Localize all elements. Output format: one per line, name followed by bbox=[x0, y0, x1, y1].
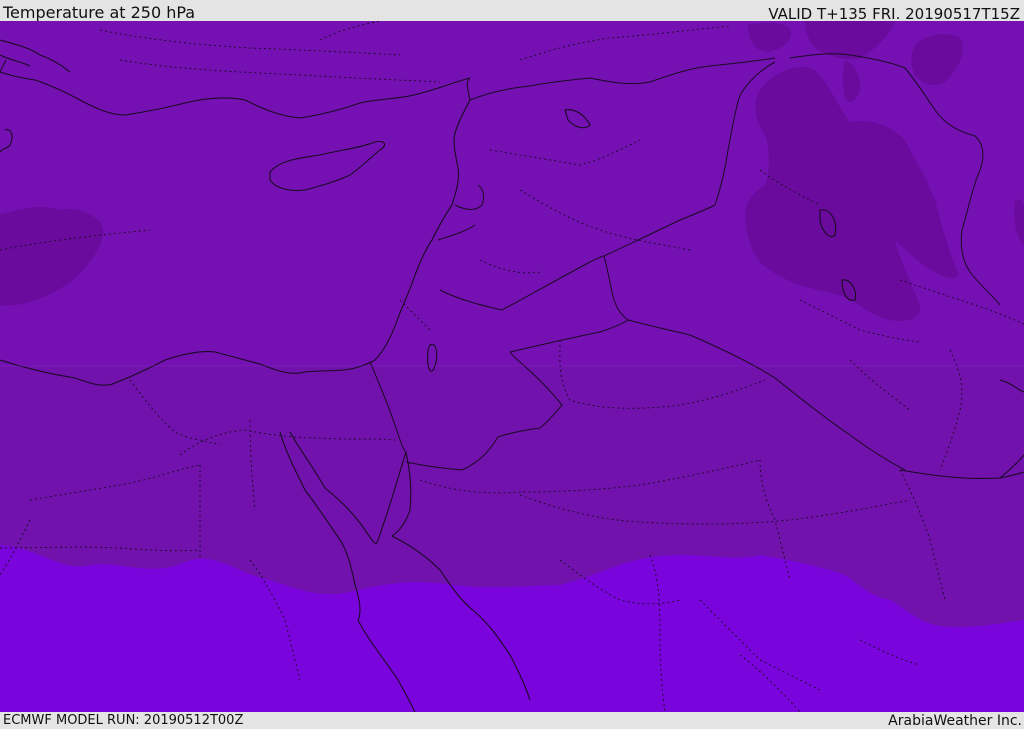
credit-label: ArabiaWeather Inc. bbox=[888, 713, 1022, 729]
temperature-map[interactable] bbox=[0, 21, 1024, 712]
model-run-label: ECMWF MODEL RUN: 20190512T00Z bbox=[3, 713, 244, 728]
footer-bar: ECMWF MODEL RUN: 20190512T00Z ArabiaWeat… bbox=[0, 712, 1024, 729]
map-panel[interactable] bbox=[0, 21, 1024, 712]
header-bar: Temperature at 250 hPa VALID T+135 FRI. … bbox=[0, 0, 1024, 23]
map-title: Temperature at 250 hPa bbox=[3, 3, 196, 22]
